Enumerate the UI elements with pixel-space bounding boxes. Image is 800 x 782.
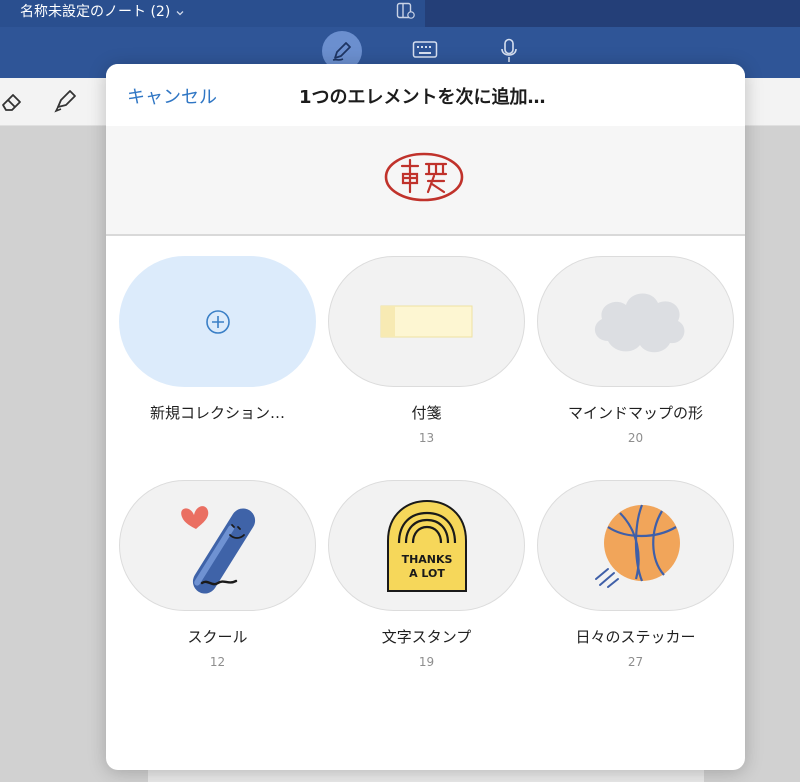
- eraser-icon[interactable]: [0, 90, 24, 118]
- collection-thumbnail[interactable]: THANKS A LOT: [328, 480, 525, 611]
- keyboard-icon[interactable]: [412, 40, 438, 64]
- collection-count: 13: [418, 431, 435, 445]
- cloud-shape-icon: [538, 257, 733, 386]
- collection-thumbnail[interactable]: [119, 480, 316, 611]
- sticky-note-icon: [329, 257, 524, 386]
- collection-label: 文字スタンプ: [381, 628, 472, 646]
- cancel-button[interactable]: キャンセル: [127, 83, 217, 109]
- plus-circle-icon: [120, 257, 315, 386]
- collection-label: 付箋: [411, 404, 442, 422]
- thanks-a-lot-stamp-icon: THANKS A LOT: [329, 481, 524, 610]
- layout-icon[interactable]: [396, 2, 416, 24]
- svg-text:A LOT: A LOT: [409, 567, 445, 580]
- svg-text:THANKS: THANKS: [402, 553, 453, 566]
- new-collection-button[interactable]: [119, 256, 316, 387]
- basketball-icon: [538, 481, 733, 610]
- collection-count: 12: [209, 655, 226, 669]
- collection-count: 27: [627, 655, 644, 669]
- note-title[interactable]: 名称未設定のノート (2): [20, 1, 170, 21]
- collection-label: 日々のステッカー: [575, 628, 696, 646]
- selected-element-preview: [106, 126, 745, 236]
- dialog-title: 1つのエレメントを次に追加…: [299, 87, 546, 108]
- collection-thumbnail[interactable]: [328, 256, 525, 387]
- title-bar: 名称未設定のノート (2): [0, 0, 425, 27]
- collection-label: マインドマップの形: [567, 404, 703, 422]
- collection-label: 新規コレクション…: [149, 404, 285, 422]
- collection-label: スクール: [187, 628, 248, 646]
- pen-with-heart-icon: [120, 481, 315, 610]
- stamp-sticker-icon: [382, 148, 466, 210]
- collection-thumbnail[interactable]: [537, 256, 734, 387]
- collection-count: 19: [418, 655, 435, 669]
- chevron-down-icon[interactable]: [175, 3, 185, 22]
- title-bar-right: [425, 0, 800, 27]
- add-element-dialog: キャンセル 1つのエレメントを次に追加… 新規コレクション… 付箋 13 マイン…: [106, 64, 745, 770]
- marker-icon[interactable]: [52, 88, 78, 118]
- dialog-header: キャンセル 1つのエレメントを次に追加…: [106, 64, 745, 126]
- collection-thumbnail[interactable]: [537, 480, 734, 611]
- collection-count: 20: [627, 431, 644, 445]
